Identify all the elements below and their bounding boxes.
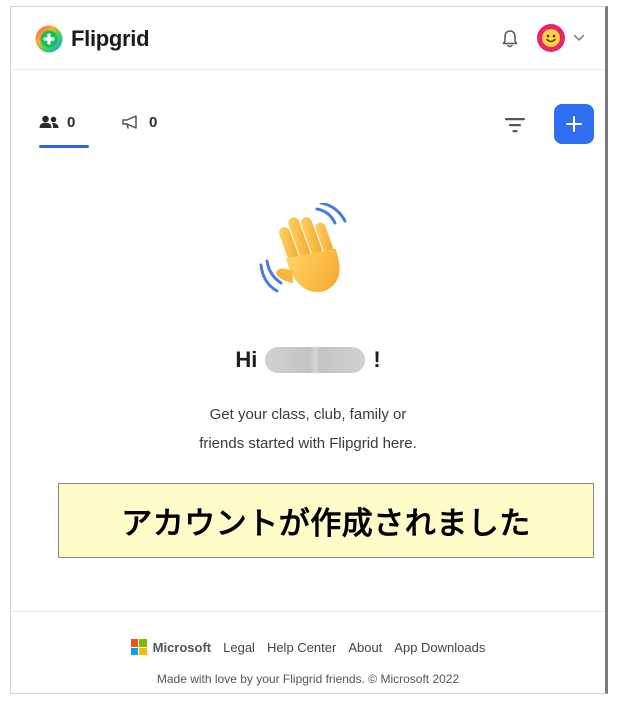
megaphone-icon xyxy=(122,115,137,129)
account-created-banner: アカウントが作成されました xyxy=(58,483,594,558)
greeting-prefix: Hi xyxy=(235,347,258,372)
smiley-face-icon xyxy=(542,29,560,47)
footer-divider xyxy=(11,611,605,612)
add-button[interactable] xyxy=(554,104,594,144)
waving-hand-icon xyxy=(259,203,347,293)
footer-link-help-center[interactable]: Help Center xyxy=(267,640,336,655)
intro-text-line2: friends started with Flipgrid here. xyxy=(199,435,417,452)
active-tab-indicator xyxy=(39,145,89,148)
footer-link-about[interactable]: About xyxy=(348,640,382,655)
greeting-heading: Hi ! xyxy=(11,347,605,377)
app-name[interactable]: Flipgrid xyxy=(71,26,150,52)
people-icon xyxy=(39,115,59,128)
footer-copyright: Made with love by your Flipgrid friends.… xyxy=(156,672,460,686)
microsoft-brand[interactable]: Microsoft xyxy=(130,639,212,655)
footer-link-legal[interactable]: Legal xyxy=(223,640,255,655)
bell-icon[interactable] xyxy=(501,29,519,49)
greeting-suffix: ! xyxy=(373,347,381,372)
flipgrid-logo-icon xyxy=(35,25,63,53)
app-window: Flipgrid 0 0 Hi ! Get your class, club, … xyxy=(10,6,608,694)
intro-text-line1: Get your class, club, family or xyxy=(209,406,407,423)
microsoft-label: Microsoft xyxy=(152,639,212,655)
footer-links: Microsoft Legal Help Center About App Do… xyxy=(11,637,605,657)
redacted-username xyxy=(265,347,366,373)
plus-icon xyxy=(566,116,582,132)
tab-members[interactable]: 0 xyxy=(39,99,89,145)
chevron-down-icon[interactable] xyxy=(573,34,585,42)
members-count: 0 xyxy=(67,113,76,131)
footer-link-app-downloads[interactable]: App Downloads xyxy=(394,640,485,655)
announcements-count: 0 xyxy=(149,113,158,131)
top-bar: Flipgrid xyxy=(11,7,605,70)
tab-announcements[interactable]: 0 xyxy=(121,99,157,145)
filter-icon[interactable] xyxy=(505,117,525,133)
microsoft-logo-icon xyxy=(130,639,147,655)
banner-text: アカウントが作成されました xyxy=(121,506,531,542)
avatar[interactable] xyxy=(537,24,565,52)
